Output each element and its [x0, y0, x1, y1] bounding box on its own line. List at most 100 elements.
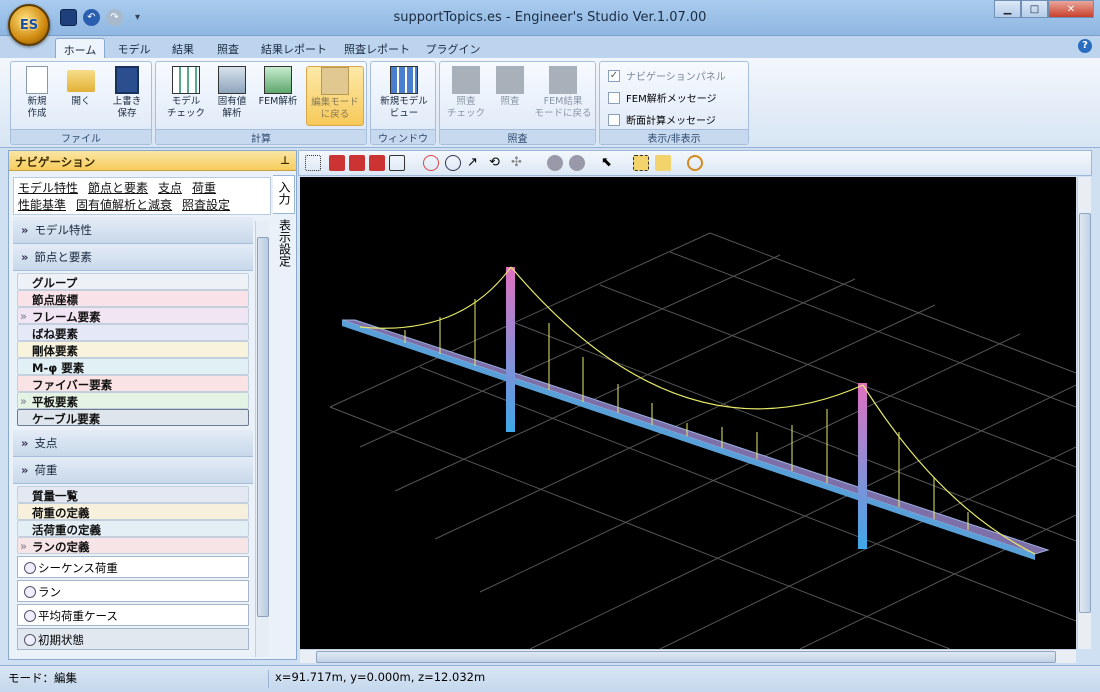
fit-view-icon[interactable] [305, 155, 321, 171]
nav-link-performance[interactable]: 性能基準 [18, 198, 66, 212]
nav-link-eigen[interactable]: 固有値解析と減衰 [76, 198, 172, 212]
edit-mode-button[interactable]: 編集モード に戻る [306, 66, 364, 126]
nav-item-sequence-load[interactable]: シーケンス荷重 [17, 556, 249, 578]
nav-item-plate[interactable]: » 平板要素 [17, 392, 249, 409]
bridge-3d-view[interactable] [300, 177, 1077, 650]
tab-display-settings[interactable]: 表示設定 [273, 214, 295, 275]
find-icon[interactable] [687, 155, 703, 171]
nav-link-check-settings[interactable]: 照査設定 [182, 198, 230, 212]
nav-item-live-load[interactable]: 活荷重の定義 [17, 520, 249, 537]
toggle-fem-message[interactable]: FEM解析メッセージ [608, 90, 717, 105]
nav-item-mphi-label: M-φ 要素 [32, 361, 85, 375]
tower-left[interactable] [506, 267, 515, 432]
pan-icon[interactable]: ↗ [467, 155, 483, 171]
nav-item-load-def-label: 荷重の定義 [32, 506, 90, 520]
box-select-icon[interactable] [633, 155, 649, 171]
tab-input[interactable]: 入力 [273, 175, 295, 214]
check-check-button[interactable]: 照査 チェック [444, 66, 488, 120]
nav-item-rigid[interactable]: 剛体要素 [17, 341, 249, 358]
model-check-button[interactable]: モデル チェック [164, 66, 208, 120]
zoom-out-icon[interactable] [445, 155, 461, 171]
nav-scrollbar[interactable] [255, 221, 269, 657]
status-coordinates: x=91.717m, y=0.000m, z=12.032m [268, 670, 485, 688]
viewport-vscroll-thumb[interactable] [1079, 213, 1091, 613]
nav-scrollbar-thumb[interactable] [257, 237, 269, 617]
zoom-in-icon[interactable] [423, 155, 439, 171]
nav-item-mass[interactable]: 質量一覧 [17, 486, 249, 503]
tower-right[interactable] [858, 383, 867, 549]
nav-link-model[interactable]: モデル特性 [18, 181, 78, 195]
nav-item-group[interactable]: グループ [17, 273, 249, 290]
tab-home[interactable]: ホーム [55, 38, 105, 58]
nav-link-load[interactable]: 荷重 [192, 181, 216, 195]
tab-display-settings-label: 表示設定 [277, 219, 292, 267]
section-support-label: 支点 [34, 436, 58, 450]
rotate-icon[interactable]: ⟲ [489, 155, 505, 171]
tab-result-report[interactable]: 結果レポート [255, 38, 333, 58]
select-icon[interactable]: ⬉ [601, 155, 617, 171]
nav-link-nodes[interactable]: 節点と要素 [88, 181, 148, 195]
nav-item-mphi[interactable]: M-φ 要素 [17, 358, 249, 375]
view-side-icon[interactable] [369, 155, 385, 171]
back-icon[interactable] [547, 155, 563, 171]
toggle-nav-panel[interactable]: ✓ ナビゲーションパネル [608, 68, 726, 83]
tab-model[interactable]: モデル [110, 38, 158, 58]
forward-icon[interactable] [569, 155, 585, 171]
edit-mode-icon [321, 67, 349, 95]
nav-item-frame[interactable]: » フレーム要素 [17, 307, 249, 324]
eigen-button[interactable]: 固有値 解析 [210, 66, 254, 120]
new-view-button[interactable]: 新規モデル ビュー [375, 66, 433, 120]
ribbon-group-display: ✓ ナビゲーションパネル FEM解析メッセージ 断面計算メッセージ 表示/非表示 [599, 61, 749, 145]
initial-state-icon [24, 634, 36, 646]
viewport-hscroll-thumb[interactable] [316, 651, 1056, 663]
view-3d-icon[interactable] [329, 155, 345, 171]
check-run-label: 照査 [500, 96, 520, 107]
close-button[interactable]: ✕ [1048, 0, 1094, 18]
expand-icon: » [20, 394, 28, 408]
nav-item-run-def[interactable]: » ランの定義 [17, 537, 249, 554]
nav-item-load-def[interactable]: 荷重の定義 [17, 503, 249, 520]
fem-button[interactable]: FEM解析 [256, 66, 300, 108]
model-viewport[interactable] [300, 177, 1077, 650]
fem-result-mode-button[interactable]: FEM結果 モードに戻る [534, 66, 592, 120]
pin-icon[interactable]: ⊥ [280, 154, 290, 167]
nav-item-spring-label: ばね要素 [32, 327, 78, 341]
tab-plugin[interactable]: プラグイン [422, 38, 484, 58]
section-load[interactable]: » 荷重 [13, 457, 253, 484]
nav-item-initial-state[interactable]: 初期状態 [17, 628, 249, 650]
nav-item-group-label: グループ [32, 276, 78, 290]
section-model[interactable]: » モデル特性 [13, 217, 253, 244]
toggle-section-message[interactable]: 断面計算メッセージ [608, 112, 716, 127]
view-front-icon[interactable] [349, 155, 365, 171]
ribbon-group-display-label: 表示/非表示 [600, 129, 748, 145]
nav-item-spring[interactable]: ばね要素 [17, 324, 249, 341]
check-run-button[interactable]: 照査 [488, 66, 532, 108]
app-menu-button[interactable]: ES [8, 4, 50, 46]
save-button[interactable]: 上書き 保存 [105, 66, 149, 120]
nav-item-run[interactable]: ラン [17, 580, 249, 602]
viewport-vertical-scrollbar[interactable] [1077, 177, 1091, 649]
nav-item-avg-load-case[interactable]: 平均荷重ケース [17, 604, 249, 626]
maximize-button[interactable]: □ [1021, 0, 1048, 18]
open-button[interactable]: 開く [59, 66, 103, 108]
view-wire-icon[interactable] [389, 155, 405, 171]
select-options-icon[interactable] [655, 155, 671, 171]
tab-result[interactable]: 結果 [163, 38, 203, 58]
folder-open-icon [67, 70, 95, 92]
collapse-icon: » [20, 539, 28, 553]
navigation-list: » モデル特性 » 節点と要素 グループ 節点座標 » フレーム要素 ばね要素 剛体要… [13, 217, 253, 657]
new-file-button[interactable]: 新規 作成 [15, 66, 59, 120]
section-support[interactable]: » 支点 [13, 430, 253, 457]
help-icon[interactable]: ? [1078, 39, 1092, 53]
section-nodes[interactable]: » 節点と要素 [13, 244, 253, 271]
tab-check[interactable]: 照査 [208, 38, 248, 58]
nav-link-support[interactable]: 支点 [158, 181, 182, 195]
orbit-icon[interactable]: ✣ [511, 155, 527, 171]
minimize-button[interactable]: ▁ [994, 0, 1021, 18]
nav-item-node-coords[interactable]: 節点座標 [17, 290, 249, 307]
navigation-panel: ナビゲーション ⊥ モデル特性 節点と要素 支点 荷重 性能基準 固有値解析と減衰 照査設… [8, 150, 297, 660]
nav-item-fiber[interactable]: ファイバー要素 [17, 375, 249, 392]
viewport-horizontal-scrollbar[interactable] [300, 649, 1076, 663]
tab-check-report[interactable]: 照査レポート [338, 38, 416, 58]
nav-item-cable[interactable]: ケーブル要素 [17, 409, 249, 426]
